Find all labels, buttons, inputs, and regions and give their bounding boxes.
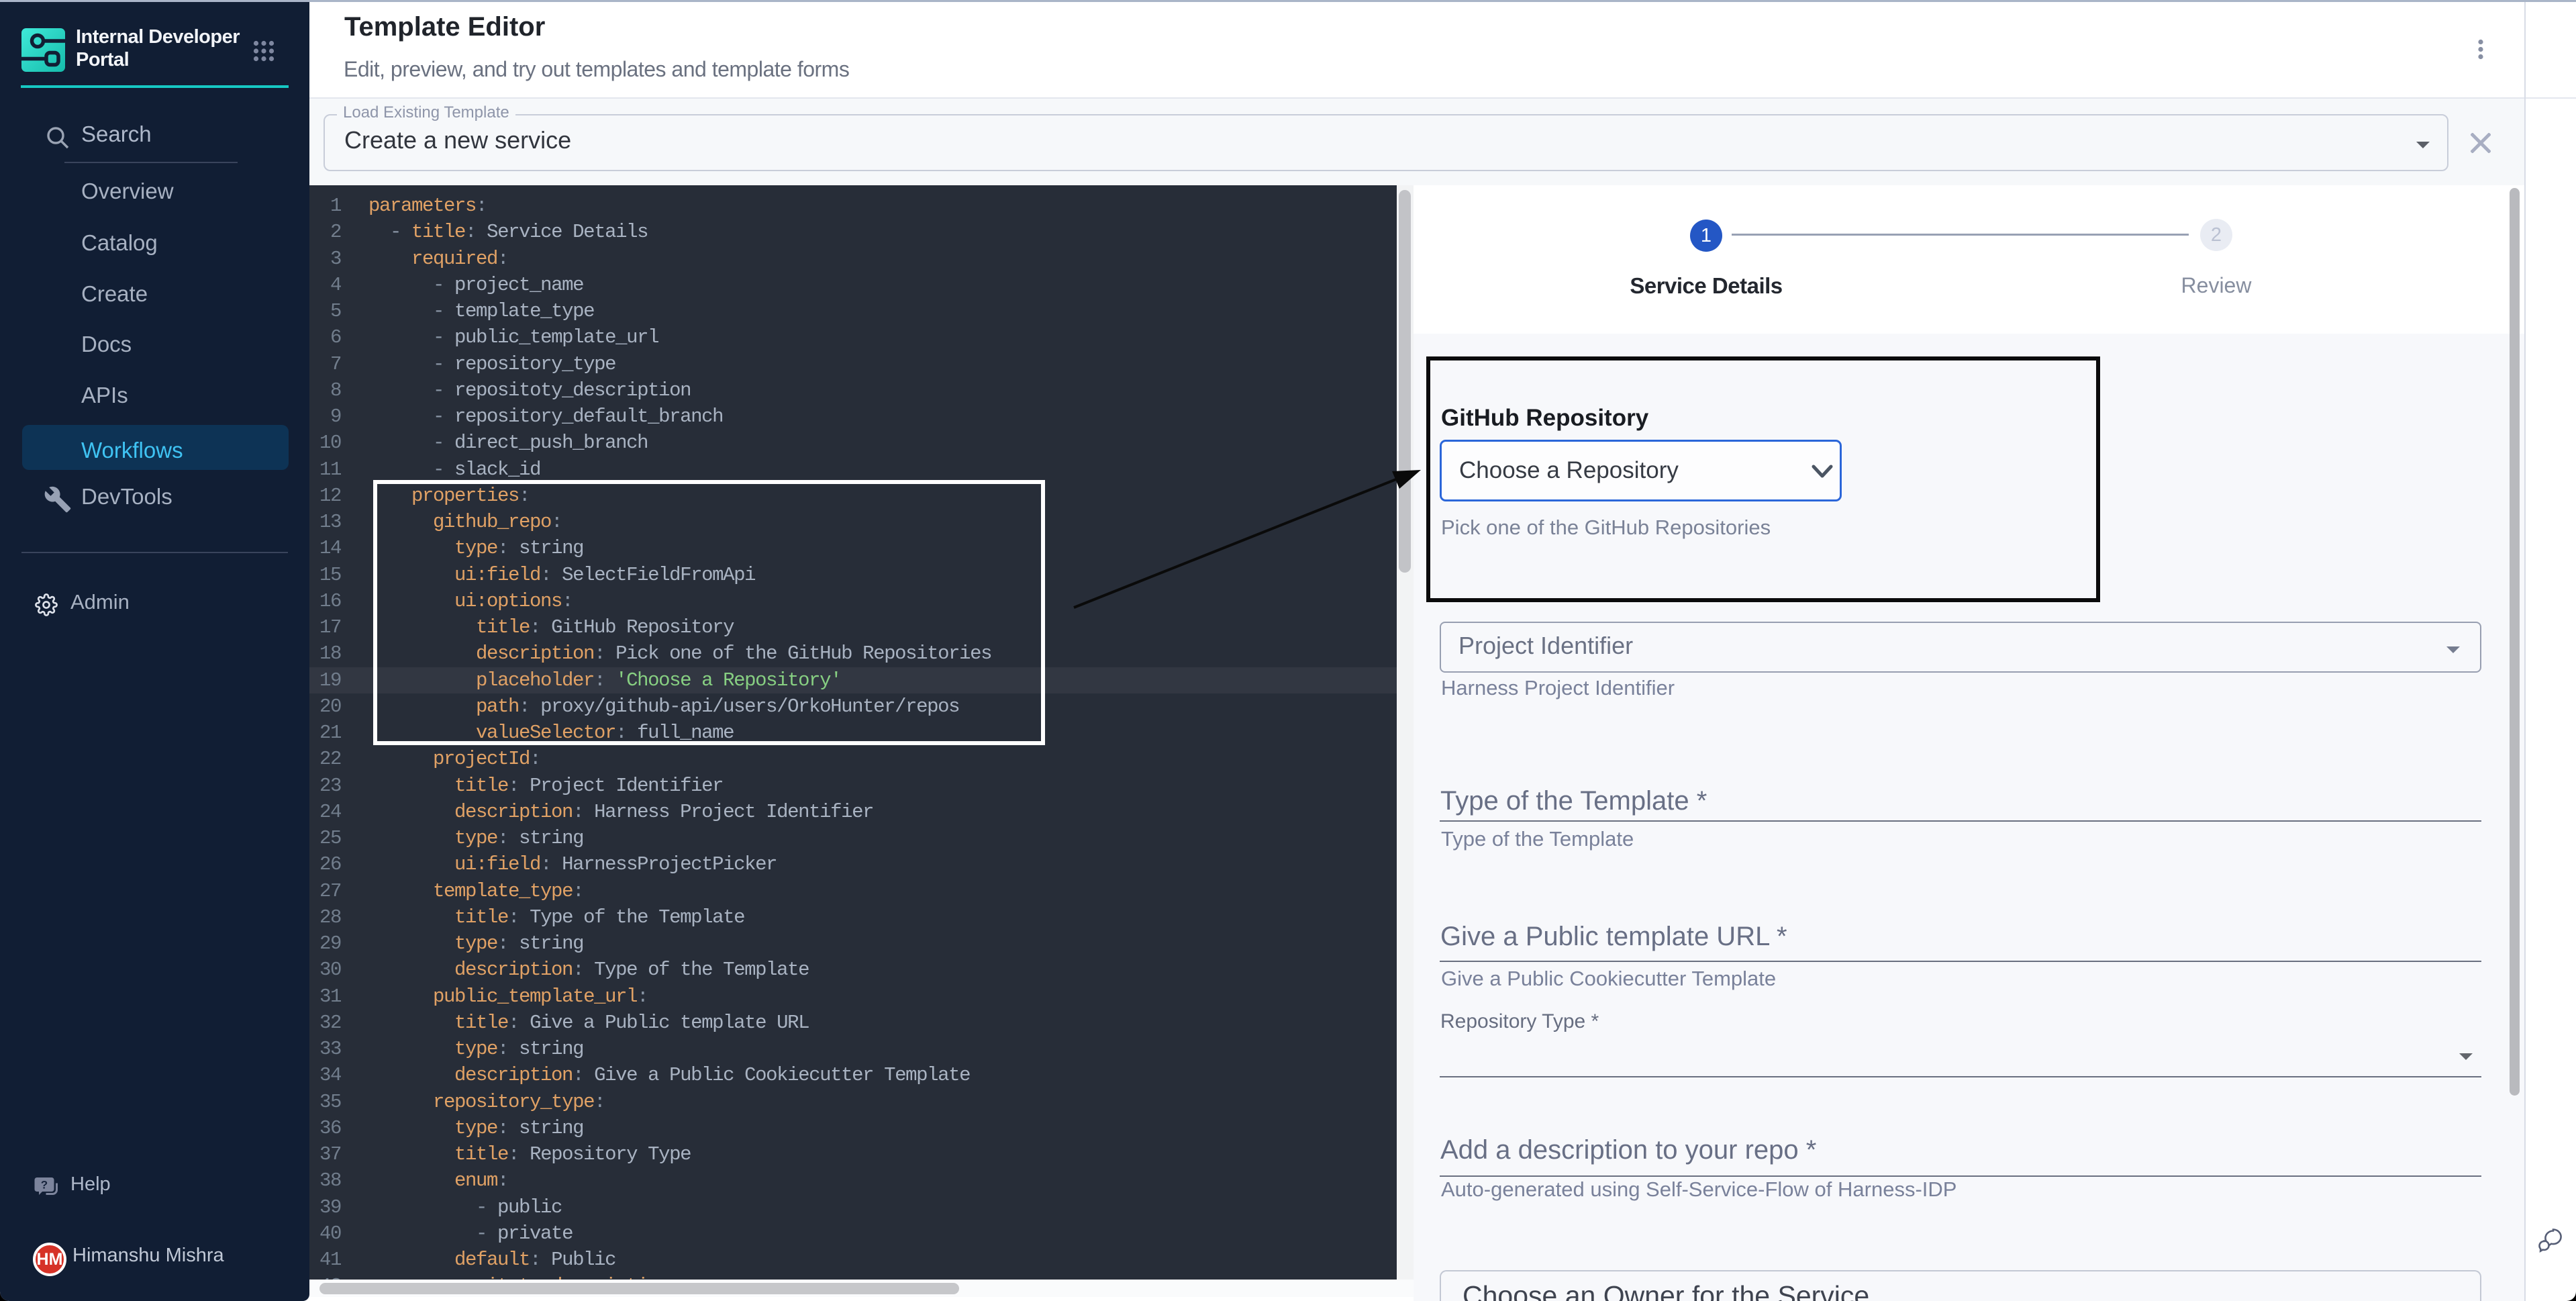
svg-text:?: ?	[41, 1179, 48, 1192]
